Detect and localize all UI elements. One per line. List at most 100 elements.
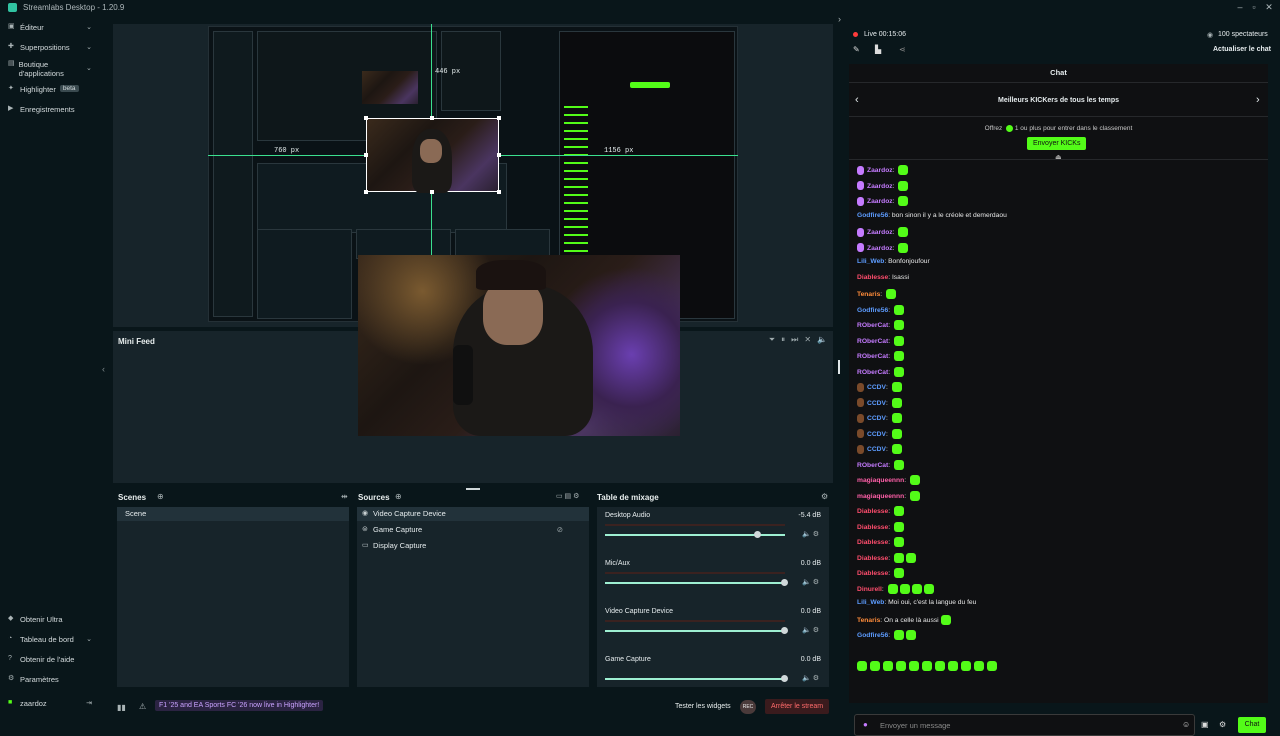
chat-username[interactable]: Diablesse [857,554,888,561]
chat-username[interactable]: Dinurell [857,585,882,592]
send-kicks-button[interactable]: Envoyer KICKs [1027,137,1087,150]
collapse-icon[interactable]: ⇹ [341,492,348,501]
list-item[interactable]: Scene [117,507,349,521]
chat-username[interactable]: Tenaris [857,291,880,298]
sidebar-item-help[interactable]: ? Obtenir de l'aide [8,655,98,664]
chat-username[interactable]: CCDV [867,415,886,422]
mute-settings-icon[interactable]: 🔈 ⚙ [802,578,819,586]
emote-icon[interactable] [922,661,932,671]
source-tools-icon[interactable]: ▭ ▤ ⚙ [556,492,579,500]
resize-handle[interactable] [364,153,368,157]
chat-username[interactable]: CCDV [867,399,886,406]
list-item[interactable]: ▭ Display Capture [357,539,589,553]
emote-icon[interactable] [857,661,867,671]
resize-handle[interactable] [497,190,501,194]
refresh-chat-button[interactable]: Actualiser le chat [1213,46,1271,53]
emote-icon[interactable] [961,661,971,671]
chat-username[interactable]: RОberCat [857,337,888,344]
emote-icon[interactable] [935,661,945,671]
filter-icon[interactable]: ⏷ [769,335,775,345]
bookmark-icon[interactable]: ▙ [875,45,881,54]
chat-username[interactable]: Diablesse [857,539,888,546]
sidebar-item-highlighter[interactable]: ✦ Highlighter beta [8,85,98,94]
volume-knob[interactable] [781,579,788,586]
chat-username[interactable]: Tenaris [857,616,880,623]
chat-username[interactable]: Diablesse [857,523,888,530]
volume-icon[interactable]: 🔈 [817,335,827,345]
chat-username[interactable]: Zaardoz [867,182,893,189]
stats-icon[interactable]: ▮▮ [117,703,126,712]
chat-username[interactable]: RОberCat [857,353,888,360]
mute-settings-icon[interactable]: 🔈 ⚙ [802,626,819,634]
chat-username[interactable]: Godfire56 [857,212,888,219]
chat-input[interactable]: ● Envoyer un message ☺ [854,714,1195,736]
chat-username[interactable]: Godfire56 [857,306,888,313]
notification-banner[interactable]: F1 '25 and EA Sports FC '26 now live in … [155,700,324,711]
hidden-eye-icon[interactable]: ⊘ [557,523,563,537]
gear-icon[interactable]: ⚙ [1219,720,1226,729]
resize-handle[interactable] [497,153,501,157]
list-item[interactable]: ◉ Video Capture Device [357,507,589,521]
gear-icon[interactable]: ⚙ [821,492,828,501]
selected-webcam-source[interactable] [366,118,499,193]
send-chat-button[interactable]: Chat [1238,717,1266,733]
chat-username[interactable]: CCDV [867,384,886,391]
emote-icon[interactable] [974,661,984,671]
chat-username[interactable]: RОberCat [857,368,888,375]
resize-handle[interactable] [364,116,368,120]
skip-icon[interactable]: ⏭ [791,335,798,345]
volume-slider[interactable] [605,678,785,680]
chat-username[interactable]: magiaqueennn [857,477,904,484]
splitter-handle[interactable] [838,360,840,374]
add-source-icon[interactable]: ⊕ [395,492,402,501]
user-account[interactable]: ■ zaardoz ⇥ [8,699,98,708]
sidebar-item-overlays[interactable]: ✚ Superpositions ⌄ [8,43,98,52]
resize-handle[interactable] [364,190,368,194]
chevron-right-icon[interactable]: › [838,14,841,24]
chat-username[interactable]: magiaqueennn [857,492,904,499]
chevron-right-icon[interactable]: › [1256,94,1260,106]
emoji-icon[interactable]: ☺ [1182,720,1190,729]
stop-stream-button[interactable]: Arrêter le stream [765,699,830,714]
chat-username[interactable]: Zaardoz [867,244,893,251]
test-widgets-link[interactable]: Tester les widgets [675,703,731,710]
sidebar-item-dashboard[interactable]: ◔ Tableau de bord ⌄ [8,635,98,644]
chat-username[interactable]: RОberCat [857,322,888,329]
minimize-icon[interactable]: – [1234,2,1246,12]
mute-alerts-icon[interactable]: ✕ [804,335,811,345]
volume-slider[interactable] [605,582,785,584]
emote-icon[interactable] [909,661,919,671]
pause-icon[interactable]: ⏸ [781,335,785,345]
chat-username[interactable]: Godfire56 [857,632,888,639]
chat-username[interactable]: CCDV [867,430,886,437]
collapse-left-icon[interactable]: ‹ [102,364,105,374]
logout-icon[interactable]: ⇥ [86,699,92,707]
emote-quickbar[interactable] [857,661,997,671]
chat-username[interactable]: CCDV [867,446,886,453]
alert-icon[interactable]: ⚠ [139,702,146,711]
emote-icon[interactable] [883,661,893,671]
share-icon[interactable]: ⋖ [899,45,906,54]
add-scene-icon[interactable]: ⊕ [157,492,164,501]
chat-username[interactable]: Diablesse [857,274,888,281]
gift-icon[interactable]: ▣ [1201,720,1209,729]
list-item[interactable]: ⊜ Game Capture ⊘ [357,523,589,537]
resize-handle[interactable] [497,116,501,120]
volume-knob[interactable] [781,627,788,634]
chat-username[interactable]: Lili_Web [857,258,884,265]
emote-icon[interactable] [896,661,906,671]
sidebar-item-editor[interactable]: ▣ Éditeur ⌄ [8,23,98,32]
resize-handle[interactable] [430,116,434,120]
sidebar-item-recordings[interactable]: ▶ Enregistrements [8,105,98,114]
resize-handle[interactable] [430,190,434,194]
chat-username[interactable]: Diablesse [857,508,888,515]
volume-knob[interactable] [781,675,788,682]
chat-username[interactable]: Zaardoz [867,198,893,205]
record-button[interactable]: REC [740,700,756,714]
chat-username[interactable]: Diablesse [857,570,888,577]
sidebar-item-app-store[interactable]: ▤ Boutique d'applications [8,60,72,78]
mute-settings-icon[interactable]: 🔈 ⚙ [802,530,819,538]
volume-knob[interactable] [754,531,761,538]
chat-username[interactable]: Lili_Web [857,599,884,606]
emote-icon[interactable] [948,661,958,671]
